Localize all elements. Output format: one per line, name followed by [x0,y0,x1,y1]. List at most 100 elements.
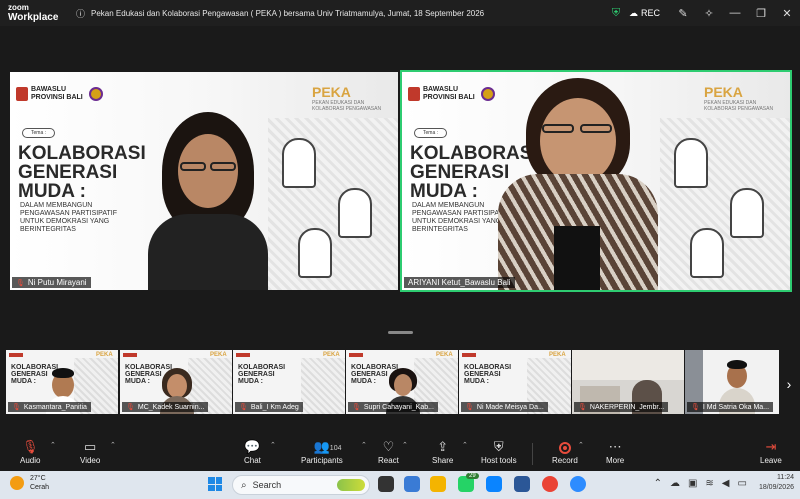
mic-muted-icon: 🎙 [12,404,21,411]
speaker-tile-1[interactable]: BAWASLU PROVINSI BALI PEKA PEKAN EDUKASI… [10,72,398,290]
app-icon[interactable] [404,476,420,492]
windows-start-icon[interactable] [208,477,222,491]
chevron-up-icon[interactable]: ⌃ [270,441,276,449]
host-tools-button[interactable]: ⛨ Host tools [481,438,517,465]
title-bar: zoom Workplace ⓘ Pekan Edukasi dan Kolab… [0,0,800,26]
video-button[interactable]: ▭ ⌃ Video [80,438,116,465]
edge-icon[interactable] [486,476,502,492]
app-tray-icon[interactable]: ▣ [688,478,697,489]
chrome-icon[interactable] [542,476,558,492]
toolbar-divider [532,443,533,465]
slide-subtitle: DALAM MEMBANGUN PENGAWASAN PARTISIPATIF … [412,202,509,234]
participant-name-tag: 🎙 MC_Kadek Suarnin... [122,402,209,412]
mic-muted-icon: 🎙 [16,279,25,287]
info-icon[interactable]: ⓘ [76,7,85,20]
sketch-figure [690,228,724,278]
gallery-tile[interactable]: 🎙 I Md Satria Oka Ma... [685,350,779,414]
sketch-figure [674,138,708,188]
chevron-up-icon[interactable]: ⌃ [462,441,468,449]
sub-line-1: DALAM MEMBANGUN [20,202,93,209]
weather-condition: Cerah [30,484,50,491]
wifi-icon[interactable]: ≋ [705,478,713,489]
chevron-up-icon[interactable]: ⌃ [110,441,116,449]
audio-button[interactable]: 🎙 ⌃ Audio [20,438,56,465]
speaker-name-tag: ARIYANI Ketut_Bawaslu Bali [404,277,515,288]
sparkle-icon[interactable]: ✧ [696,0,722,26]
sketch-figure [730,188,764,238]
participant-name-tag: 🎙 Bali_I Km Adeg [235,402,303,412]
taskbar-search[interactable]: ⌕ Search [232,475,370,495]
slide-headline: KOLABORASI GENERASI MUDA : [18,144,146,201]
gallery-tile[interactable]: PEKA KOLABORASI GENERASI MUDA : 🎙 Ni Made M… [459,350,571,414]
chevron-up-icon[interactable]: ⌃ [402,441,408,449]
speaker-name-tag: 🎙 Ni Putu Mirayani [12,277,91,288]
react-button[interactable]: ♡ ⌃ React [378,438,408,465]
video-stage: BAWASLU PROVINSI BALI PEKA PEKAN EDUKASI… [0,26,800,436]
peka-brand: PEKA PEKAN EDUKASI DAN KOLABORASI PENGAW… [312,84,382,112]
store-icon[interactable] [514,476,530,492]
pen-icon[interactable]: ✎ [670,0,696,26]
cloud-icon[interactable]: ☁ [670,478,680,489]
mic-muted-icon: 🎙 [126,404,135,411]
windows-taskbar: 27°C Cerah ⌕ Search 29 ⌃ ☁ ▣ ≋ ◀ ▭ 11:24… [0,471,800,499]
zoom-app-icon[interactable] [570,476,586,492]
notification-badge: 29 [466,473,479,479]
participants-button[interactable]: 👥 104 ⌃ Participants [301,438,367,465]
meeting-title[interactable]: ⓘ Pekan Edukasi dan Kolaborasi Pengawasa… [76,7,546,20]
clock[interactable]: 11:24 18/09/2026 [759,473,794,493]
share-screen-icon: ⇪ [437,439,449,454]
mic-muted-icon: 🎙 [352,404,361,411]
file-explorer-icon[interactable] [430,476,446,492]
task-view-icon[interactable] [378,476,394,492]
leave-button[interactable]: ⇥ Leave [760,438,782,465]
resize-handle[interactable] [388,331,413,334]
peka-title: PEKA [704,84,743,100]
record-icon [558,438,571,456]
sketch-figure [338,188,372,238]
gallery-tile[interactable]: PEKA KOLABORASI GENERASI MUDA : 🎙 Supri Cah… [346,350,458,414]
sub-line-2: PENGAWASAN PARTISIPATIF [20,210,117,217]
restore-icon[interactable]: ❐ [748,0,774,26]
shield-icon[interactable]: ⛨ [603,0,629,26]
participants-count: 104 [329,445,342,452]
gallery-tile[interactable]: PEKA KOLABORASI GENERASI MUDA : 🎙 MC_Kadek … [120,350,232,414]
sub-line-2: PENGAWASAN PARTISIPATIF [412,210,509,217]
mic-muted-icon: 🎙 [465,404,474,411]
gallery-tile[interactable]: PEKA KOLABORASI GENERASI MUDA : 🎙 Bali_I Km… [233,350,345,414]
zoom-logo: zoom Workplace [0,3,76,23]
peka-subtitle: PEKAN EDUKASI DAN KOLABORASI PENGAWASAN [312,100,382,112]
chevron-up-icon[interactable]: ⌃ [50,441,56,449]
chevron-up-icon[interactable]: ⌃ [361,441,367,449]
weather-widget[interactable]: 27°C Cerah [10,474,49,492]
sketch-figure [298,228,332,278]
system-tray: ⌃ ☁ ▣ ≋ ◀ ▭ 11:24 18/09/2026 [650,473,794,493]
battery-icon[interactable]: ▭ [738,478,747,489]
org-line1: BAWASLU [423,86,458,93]
more-button[interactable]: ⋯ More [606,438,624,465]
meeting-toolbar: 🎙 ⌃ Audio ▭ ⌃ Video 💬 ⌃ Chat 👥 104 ⌃ Part… [0,436,800,471]
recording-indicator[interactable]: ☁ REC [629,8,660,19]
record-button[interactable]: ⌃ Record [552,438,584,465]
mic-muted-icon: 🎙 [239,404,248,411]
speaker-name: ARIYANI Ketut_Bawaslu Bali [408,278,511,287]
participant-video [498,78,658,290]
minimize-icon[interactable]: — [722,0,748,26]
gallery-tile[interactable]: 🎙 NAKERPERIN_Jembr... [572,350,684,414]
chat-icon: 💬 [244,439,261,454]
participant-video [148,112,268,290]
mic-muted-icon: 🎙 [578,404,587,411]
rec-label: REC [640,8,660,18]
chat-button[interactable]: 💬 ⌃ Chat [244,438,276,465]
speaker-tile-2[interactable]: BAWASLU PROVINSI BALI PEKA PEKAN EDUKASI… [400,70,792,292]
close-icon[interactable]: ✕ [774,0,800,26]
peka-brand: PEKA PEKAN EDUKASI DAN KOLABORASI PENGAW… [704,84,774,112]
meeting-title-text: Pekan Edukasi dan Kolaborasi Pengawasan … [91,8,485,18]
volume-icon[interactable]: ◀ [722,478,730,489]
share-button[interactable]: ⇪ ⌃ Share [432,438,468,465]
chevron-right-icon[interactable]: › [782,374,796,394]
gallery-tile[interactable]: PEKA KOLABORASI GENERASI MUDA : 🎙 Kasmantar… [6,350,118,414]
chevron-up-icon[interactable]: ⌃ [578,441,584,449]
sub-line-4: BERINTEGRITAS [20,226,76,233]
participants-icon: 👥 104 [314,438,342,456]
chevron-up-icon[interactable]: ⌃ [654,478,662,489]
